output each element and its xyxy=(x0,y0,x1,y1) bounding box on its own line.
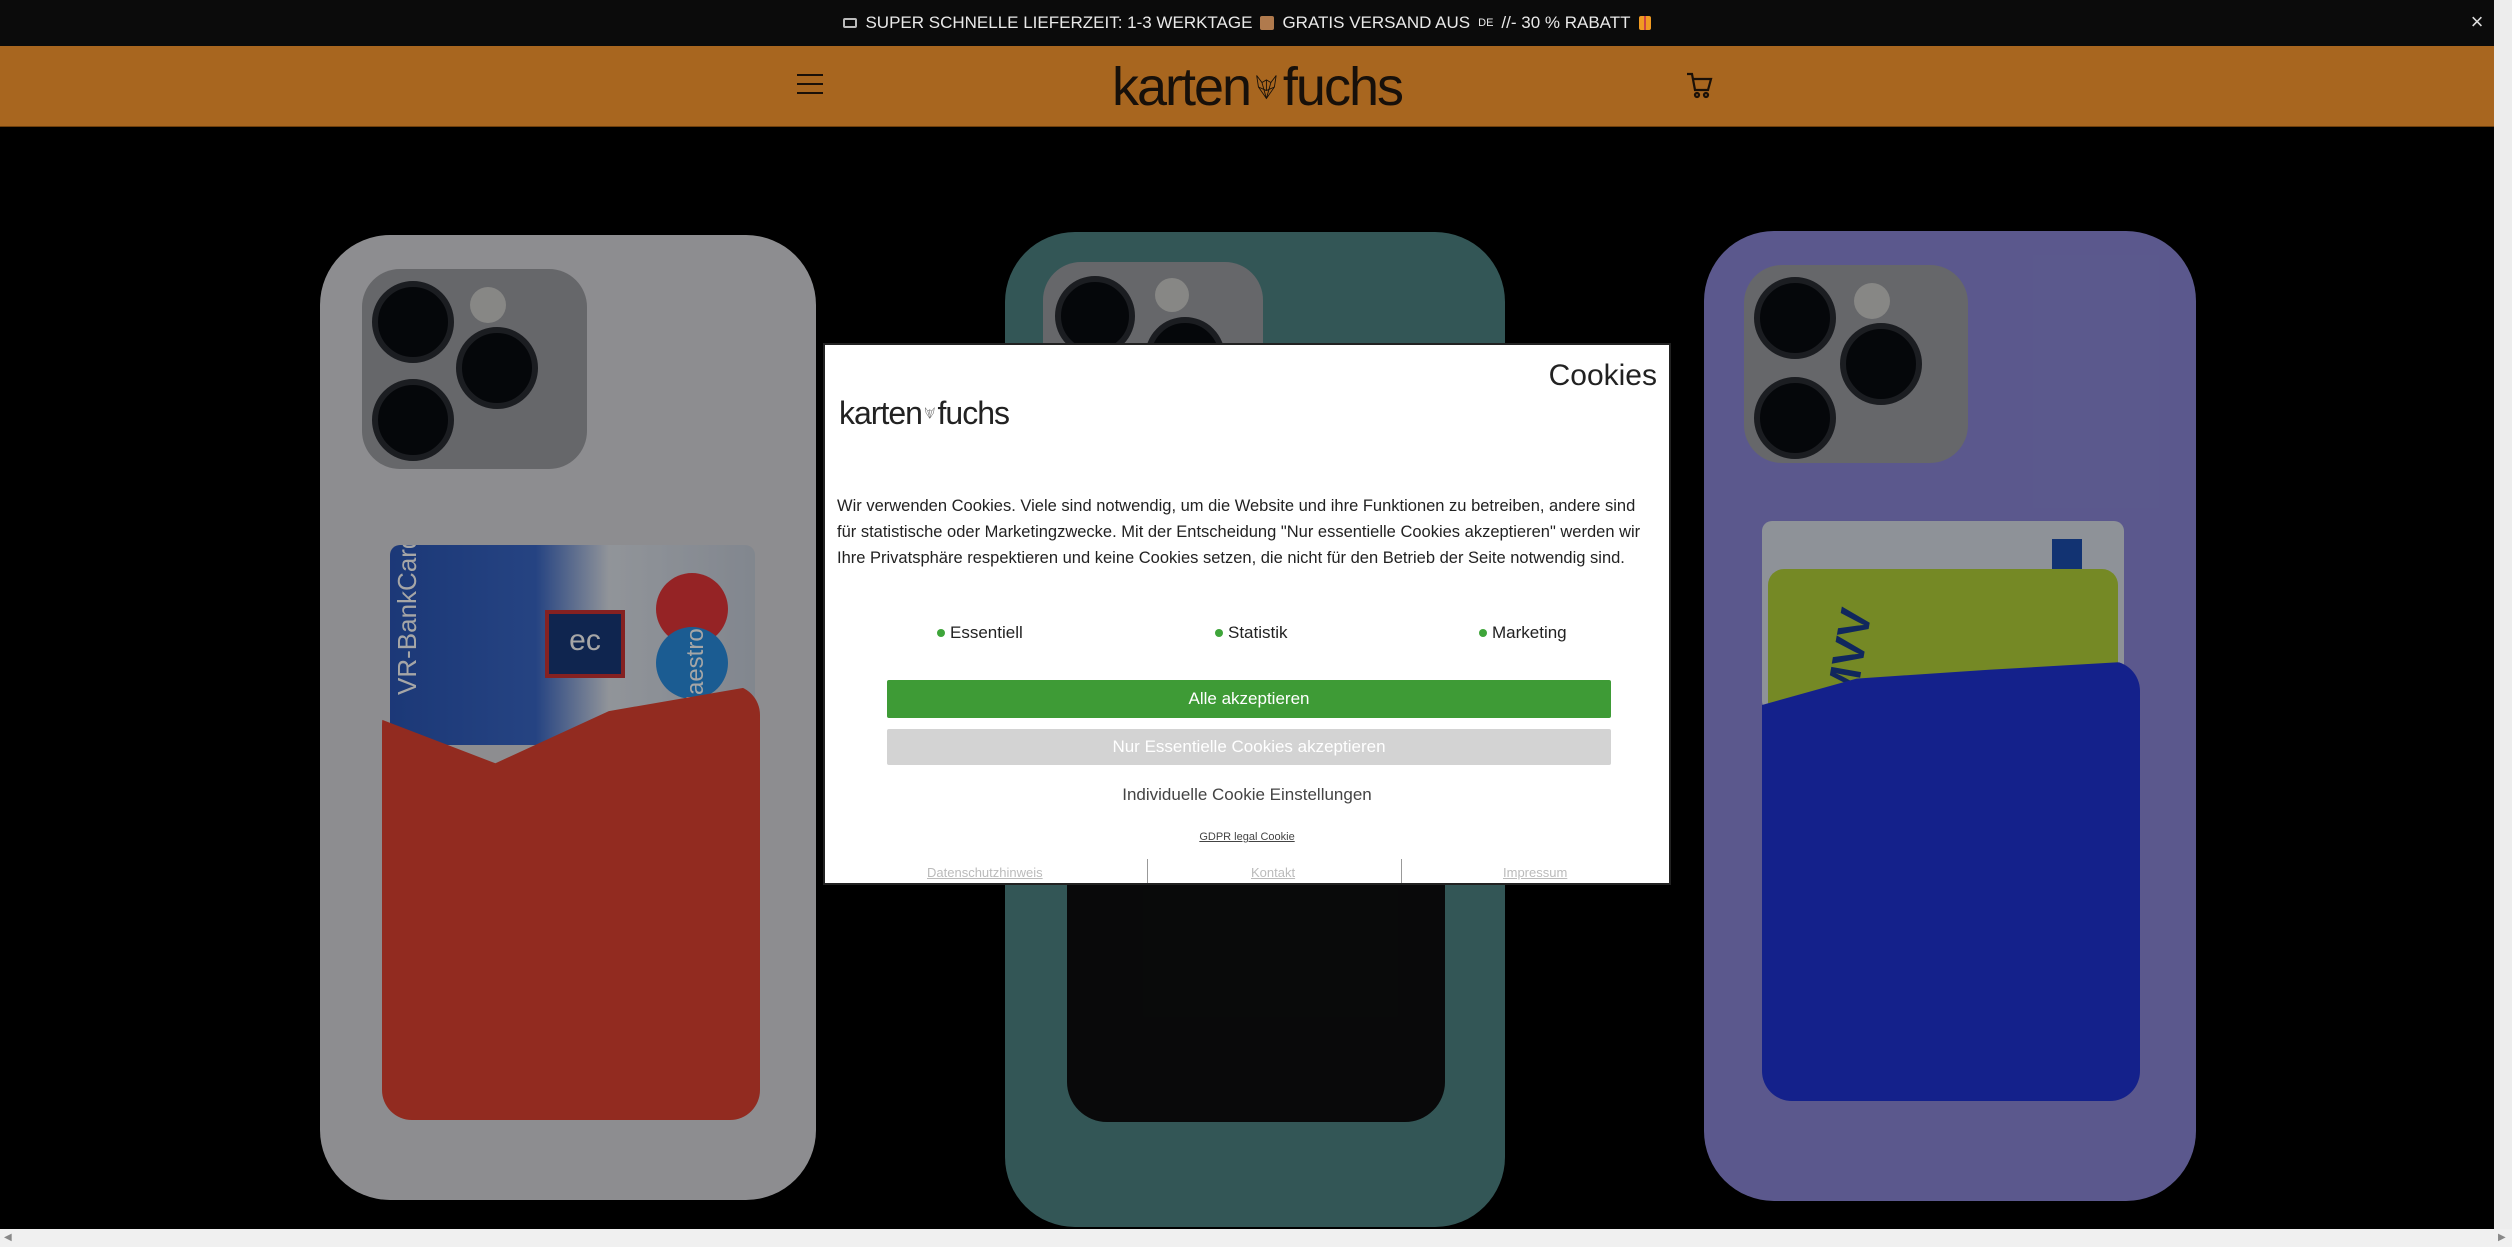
flag-label: DE xyxy=(1478,17,1494,29)
menu-icon[interactable] xyxy=(797,74,823,96)
accept-all-button[interactable]: Alle akzeptieren xyxy=(887,680,1611,718)
announcement-text-1: SUPER SCHNELLE LIEFERZEIT: 1-3 WERKTAGE xyxy=(865,13,1253,32)
status-dot-icon xyxy=(1215,629,1223,637)
status-dot-icon xyxy=(937,629,945,637)
announcement-text-3: //- 30 % RABATT xyxy=(1501,13,1631,32)
dialog-logo-left: karten xyxy=(839,394,923,431)
gift-icon xyxy=(1638,16,1651,30)
logo-text-right: fuchs xyxy=(1282,57,1404,117)
fox-icon xyxy=(924,407,935,419)
cart-icon[interactable] xyxy=(1685,70,1713,100)
contact-link[interactable]: Kontakt xyxy=(1251,865,1295,880)
announcement-text-2: GRATIS VERSAND AUS xyxy=(1282,13,1471,32)
dialog-logo-right: fuchs xyxy=(937,394,1010,431)
scroll-right-icon[interactable]: ▶ xyxy=(2498,1232,2506,1243)
gdpr-link[interactable]: GDPR legal Cookie xyxy=(825,831,1669,843)
imprint-link[interactable]: Impressum xyxy=(1503,865,1567,880)
truck-icon xyxy=(843,18,858,28)
category-essentiell[interactable]: Essentiell xyxy=(937,623,1023,643)
privacy-link[interactable]: Datenschutzhinweis xyxy=(927,865,1043,880)
category-marketing[interactable]: Marketing xyxy=(1479,623,1567,643)
dialog-footer-links: Datenschutzhinweis Kontakt Impressum xyxy=(825,859,1669,883)
individual-settings-link[interactable]: Individuelle Cookie Einstellungen xyxy=(825,785,1669,805)
fox-icon xyxy=(1256,75,1277,100)
scroll-left-icon[interactable]: ◀ xyxy=(4,1232,12,1243)
dialog-title: Cookies xyxy=(1548,359,1657,392)
category-label: Marketing xyxy=(1492,623,1567,642)
category-label: Statistik xyxy=(1228,623,1288,642)
category-label: Essentiell xyxy=(950,623,1023,642)
close-announcement-button[interactable]: × xyxy=(2466,11,2488,34)
vertical-scrollbar[interactable] xyxy=(2494,0,2512,1229)
announcement-bar: SUPER SCHNELLE LIEFERZEIT: 1-3 WERKTAGE … xyxy=(0,0,2494,46)
site-logo[interactable]: karten fuchs xyxy=(1112,56,1404,118)
dialog-logo: karten fuchs xyxy=(839,389,1010,437)
package-icon xyxy=(1260,16,1275,30)
cookie-consent-dialog: Cookies karten fuchs Wir verwenden Cooki… xyxy=(823,343,1671,885)
status-dot-icon xyxy=(1479,629,1487,637)
accept-essential-button[interactable]: Nur Essentielle Cookies akzeptieren xyxy=(887,729,1611,765)
logo-text-left: karten xyxy=(1112,57,1252,117)
cookie-categories: Essentiell Statistik Marketing xyxy=(825,623,1669,653)
horizontal-scrollbar[interactable]: ◀ ▶ xyxy=(0,1229,2512,1247)
dialog-text: Wir verwenden Cookies. Viele sind notwen… xyxy=(837,497,1641,567)
site-header: karten fuchs xyxy=(0,46,2494,127)
category-statistik[interactable]: Statistik xyxy=(1215,623,1288,643)
